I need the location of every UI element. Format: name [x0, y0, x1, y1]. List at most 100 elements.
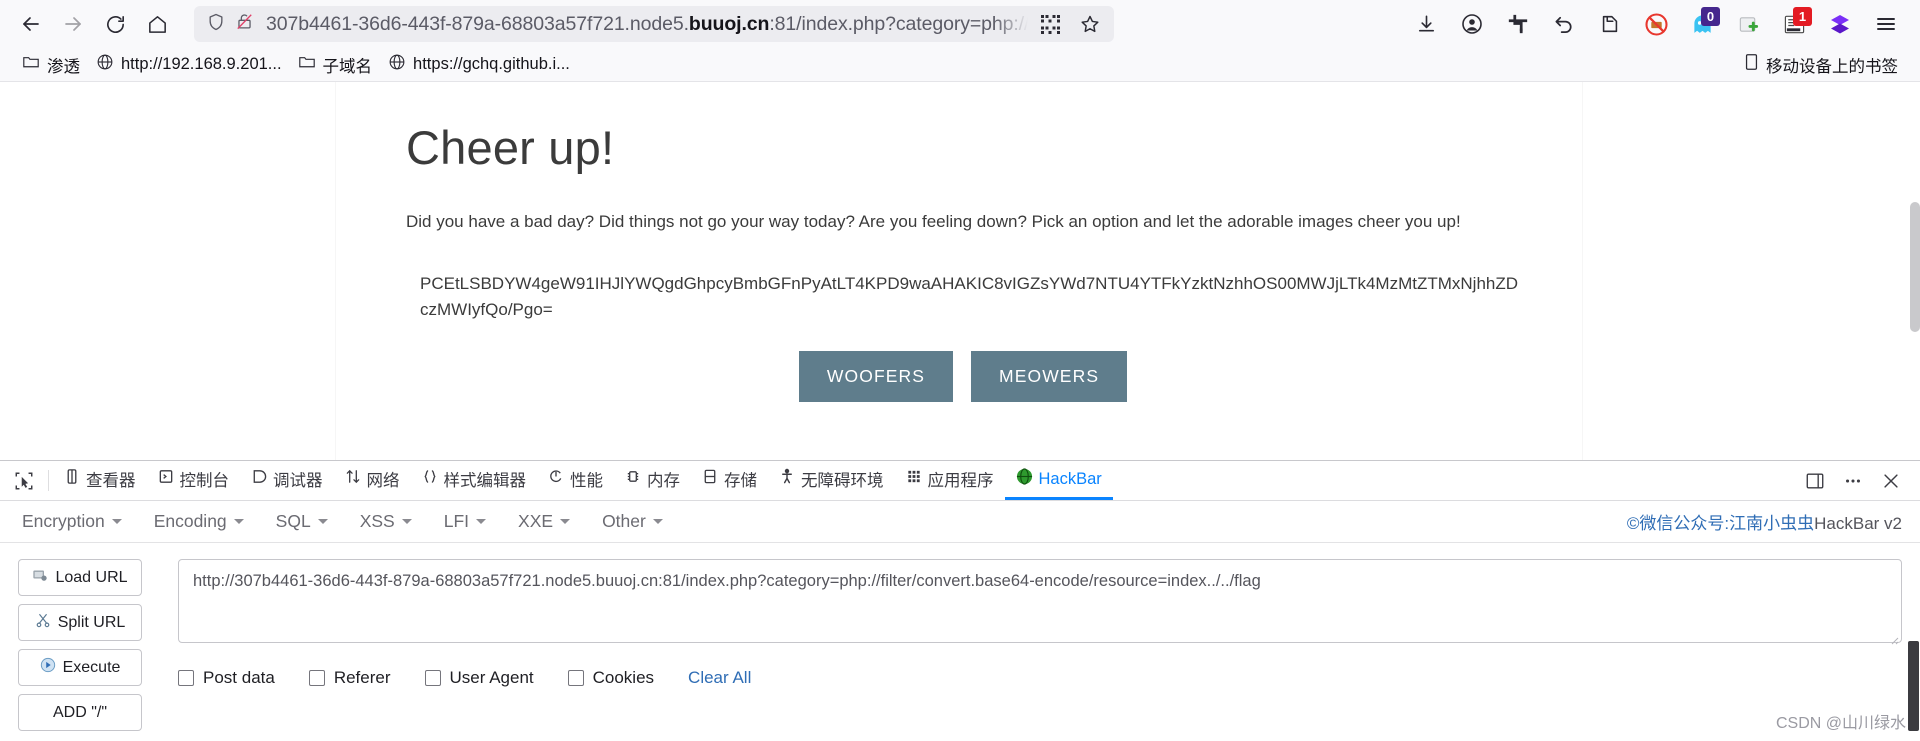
brand-author[interactable]: 江南小虫虫	[1729, 509, 1814, 534]
qr-code-icon[interactable]	[1034, 8, 1066, 40]
checkbox-label: User Agent	[449, 668, 534, 687]
layers-icon[interactable]	[1820, 5, 1860, 43]
page-content-card: Cheer up! Did you have a bad day? Did th…	[336, 82, 1582, 460]
add-extension-icon[interactable]	[1728, 5, 1768, 43]
tab-network[interactable]: 网络	[334, 461, 411, 500]
star-icon[interactable]	[1074, 8, 1106, 40]
home-button[interactable]	[136, 5, 178, 43]
adblock-icon[interactable]	[1636, 5, 1676, 43]
execute-button[interactable]: Execute	[18, 649, 142, 686]
tab-accessibility[interactable]: 无障碍环境	[768, 461, 895, 500]
menu-label: Other	[602, 511, 646, 531]
bookmark-label: https://gchq.github.i...	[413, 55, 570, 73]
tab-style-editor[interactable]: 样式编辑器	[411, 461, 538, 500]
bookmark-item-192168[interactable]: http://192.168.9.201...	[88, 50, 290, 79]
tab-label: 无障碍环境	[801, 472, 884, 490]
devtools-scrollbar-thumb[interactable]	[1908, 641, 1919, 731]
style-editor-icon	[422, 468, 438, 490]
user-agent-checkbox[interactable]: User Agent	[424, 668, 534, 688]
menu-xss[interactable]: XSS	[356, 507, 424, 536]
woofers-button[interactable]: WOOFERS	[798, 351, 954, 403]
browser-chrome: 307b4461-36d6-443f-879a-68803a57f721.nod…	[0, 0, 1920, 82]
debugger-icon	[251, 468, 267, 490]
checkbox-label: Referer	[333, 668, 391, 687]
forward-button[interactable]	[52, 5, 94, 43]
button-label: Split URL	[57, 613, 126, 631]
tab-inspector[interactable]: 查看器	[53, 461, 147, 500]
tab-memory[interactable]: 内存	[614, 461, 691, 500]
tab-label: 调试器	[273, 472, 323, 490]
more-options-icon[interactable]	[1836, 464, 1870, 498]
checkbox-label: Post data	[203, 668, 275, 687]
close-devtools-icon[interactable]	[1874, 464, 1908, 498]
add-slash-button[interactable]: ADD "/"	[18, 694, 142, 731]
menu-label: LFI	[443, 511, 470, 531]
tab-label: 性能	[570, 472, 603, 490]
menu-label: Encryption	[22, 511, 105, 531]
chevron-down-icon	[476, 519, 487, 524]
tab-debugger[interactable]: 调试器	[240, 461, 334, 500]
menu-other[interactable]: Other	[598, 507, 675, 536]
clear-all-link[interactable]: Clear All	[688, 668, 751, 688]
referer-checkbox[interactable]: Referer	[308, 668, 391, 688]
tab-hackbar[interactable]: HackBar	[1004, 461, 1113, 500]
load-url-button[interactable]: Load URL	[18, 559, 142, 596]
ghost-proxy-badge: 0	[1701, 7, 1720, 26]
menu-label: Encoding	[153, 511, 227, 531]
url-input[interactable]	[178, 559, 1902, 643]
url-field-wrap	[178, 559, 1902, 648]
lock-broken-icon[interactable]	[235, 12, 254, 36]
tab-application[interactable]: 应用程序	[895, 461, 1005, 500]
tab-label: 查看器	[86, 472, 136, 490]
chevron-down-icon	[317, 519, 328, 524]
undo-arrow-icon[interactable]	[1544, 5, 1584, 43]
tab-performance[interactable]: 性能	[537, 461, 614, 500]
bookmark-label: 子域名	[322, 57, 373, 76]
bookmark-item-gchq[interactable]: https://gchq.github.i...	[380, 50, 578, 79]
checkbox-box[interactable]	[424, 670, 441, 686]
meowers-button[interactable]: MEOWERS	[971, 351, 1128, 403]
checkbox-box[interactable]	[308, 670, 325, 686]
page-scrollbar-thumb[interactable]	[1910, 202, 1920, 332]
save-page-icon[interactable]	[1590, 5, 1630, 43]
url-text[interactable]: 307b4461-36d6-443f-879a-68803a57f721.nod…	[266, 13, 1028, 36]
brand-version: HackBar v2	[1814, 514, 1902, 533]
element-picker-icon[interactable]	[4, 461, 44, 500]
hackbar-brand: ©微信公众号: 江南小虫虫 HackBar v2	[1627, 509, 1902, 534]
console-icon	[158, 468, 174, 490]
menu-encryption[interactable]: Encryption	[18, 507, 134, 536]
checkbox-box[interactable]	[178, 670, 194, 686]
inspector-icon	[64, 468, 80, 490]
app-menu-icon[interactable]	[1866, 5, 1906, 43]
menu-xxe[interactable]: XXE	[514, 507, 582, 536]
tab-console[interactable]: 控制台	[147, 461, 241, 500]
menu-encoding[interactable]: Encoding	[150, 507, 256, 536]
cookies-checkbox[interactable]: Cookies	[567, 668, 654, 688]
tab-label: 样式编辑器	[443, 472, 527, 490]
menu-label: XXE	[518, 511, 554, 531]
account-icon[interactable]	[1452, 5, 1492, 43]
bookmark-item-ziyuming[interactable]: 子域名	[290, 50, 381, 80]
reload-button[interactable]	[94, 5, 136, 43]
shield-icon[interactable]	[206, 12, 226, 37]
bookmark-item-shentou[interactable]: 渗透	[14, 50, 88, 80]
menu-sql[interactable]: SQL	[272, 507, 340, 536]
devtools-panel: 查看器 控制台 调试器 网络 样式编辑器 性能 内存 存储 无障碍环境 应用程序…	[0, 460, 1920, 739]
mobile-bookmarks-item[interactable]: 移动设备上的书签	[1736, 50, 1906, 80]
downloads-icon[interactable]	[1406, 5, 1446, 43]
tab-storage[interactable]: 存储	[691, 461, 768, 500]
page-button-row: WOOFERS MEOWERS	[406, 351, 1520, 403]
folder-icon	[298, 53, 316, 76]
checkbox-box[interactable]	[567, 670, 584, 686]
button-label: Execute	[62, 658, 121, 676]
post-data-checkbox[interactable]: Post data	[178, 668, 275, 688]
back-button[interactable]	[10, 5, 52, 43]
url-bar[interactable]: 307b4461-36d6-443f-879a-68803a57f721.nod…	[194, 6, 1114, 42]
menu-lfi[interactable]: LFI	[440, 507, 498, 536]
split-url-button[interactable]: Split URL	[18, 604, 142, 641]
hackbar-extension-icon[interactable]: 1	[1774, 5, 1814, 43]
dock-layout-icon[interactable]	[1798, 464, 1832, 498]
extension-crop-icon[interactable]	[1498, 5, 1538, 43]
network-icon	[345, 468, 361, 490]
ghost-proxy-icon[interactable]: 0	[1682, 5, 1722, 43]
